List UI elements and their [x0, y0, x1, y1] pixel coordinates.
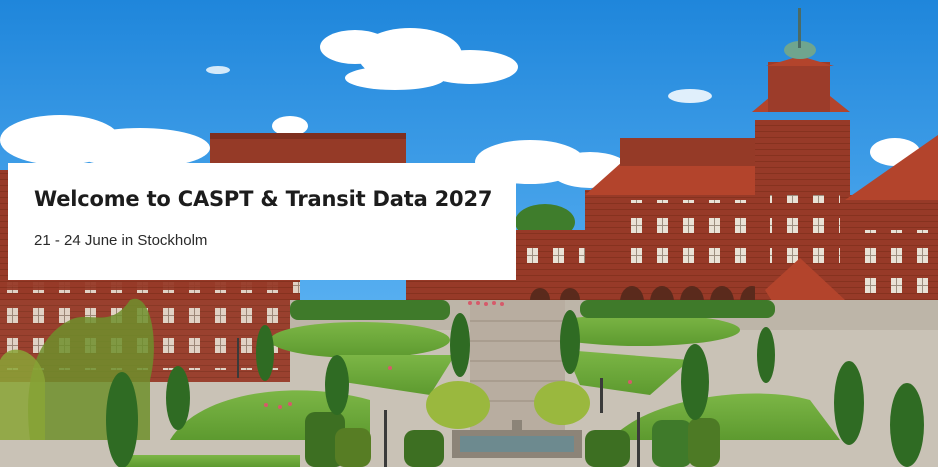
- welcome-card: Welcome to CASPT & Transit Data 2027 21 …: [8, 163, 516, 280]
- event-dates-location: 21 - 24 June in Stockholm: [34, 232, 208, 249]
- hero-banner: Welcome to CASPT & Transit Data 2027 21 …: [0, 0, 938, 467]
- page-title: Welcome to CASPT & Transit Data 2027: [34, 187, 493, 211]
